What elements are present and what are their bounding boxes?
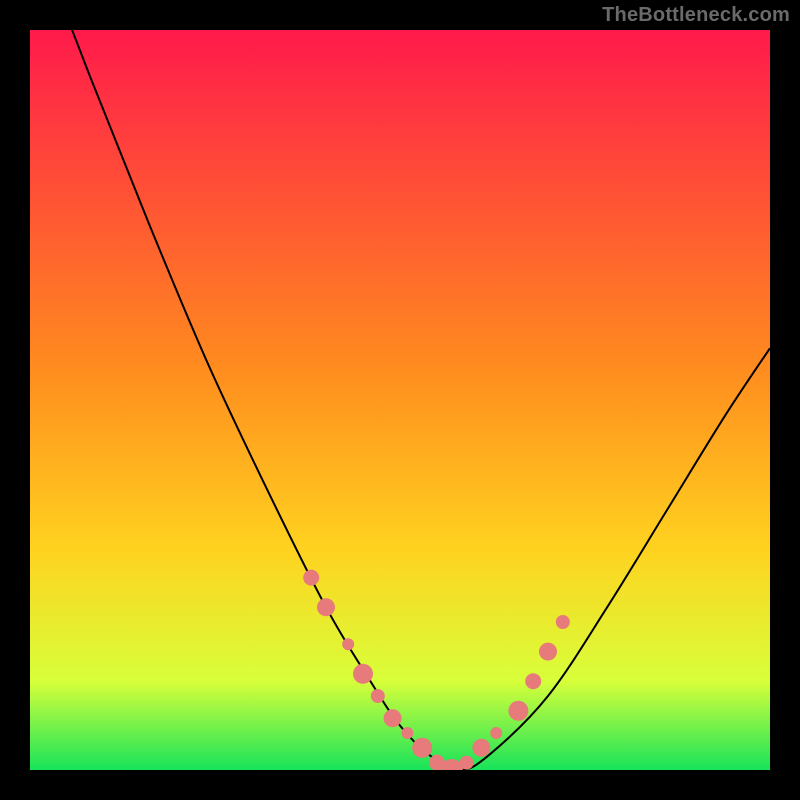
bottleneck-chart bbox=[30, 30, 770, 770]
marker-dot bbox=[401, 727, 413, 739]
marker-dot bbox=[460, 756, 474, 770]
marker-dot bbox=[539, 643, 557, 661]
marker-dot bbox=[342, 638, 354, 650]
marker-dot bbox=[556, 615, 570, 629]
marker-dot bbox=[412, 738, 432, 758]
marker-dot bbox=[384, 709, 402, 727]
marker-dot bbox=[371, 689, 385, 703]
app-frame: TheBottleneck.com bbox=[0, 0, 800, 800]
chart-background bbox=[30, 30, 770, 770]
marker-dot bbox=[317, 598, 335, 616]
chart-svg bbox=[30, 30, 770, 770]
marker-dot bbox=[472, 739, 490, 757]
marker-dot bbox=[525, 673, 541, 689]
watermark-text: TheBottleneck.com bbox=[602, 4, 790, 27]
marker-dot bbox=[353, 664, 373, 684]
marker-dot bbox=[490, 727, 502, 739]
marker-dot bbox=[508, 701, 528, 721]
marker-dot bbox=[303, 570, 319, 586]
